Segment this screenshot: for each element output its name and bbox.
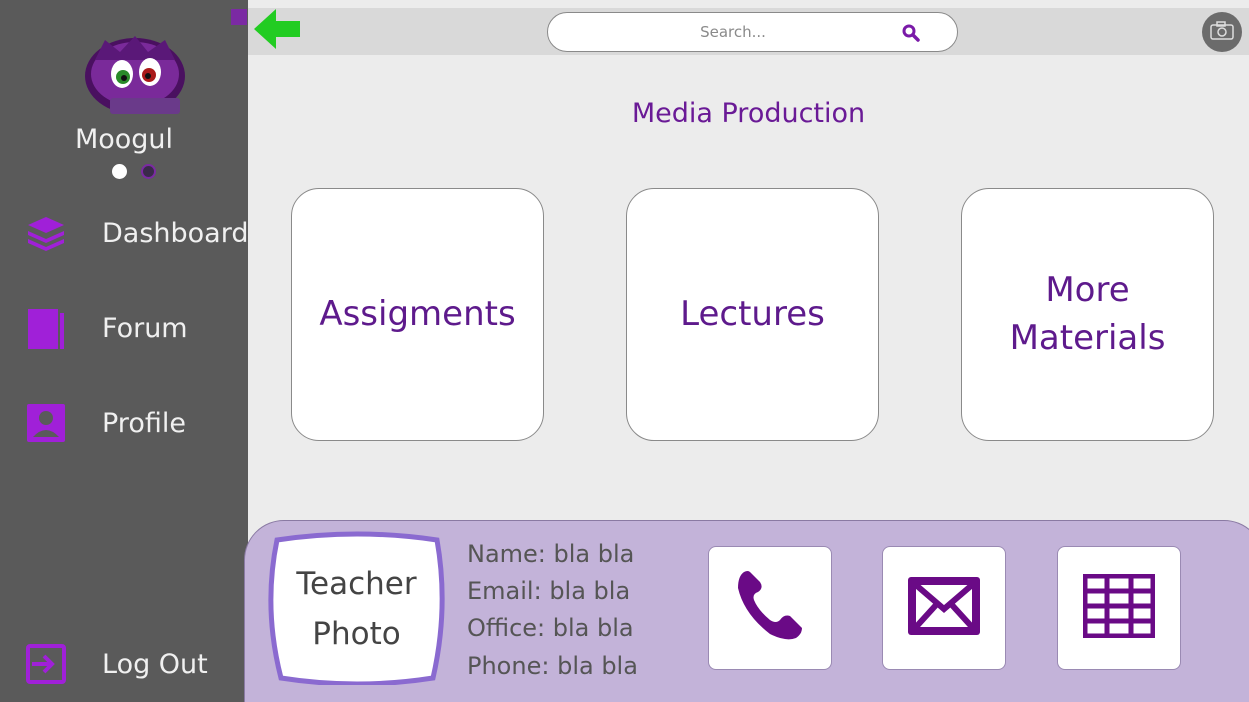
field-key: Office:: [467, 614, 546, 642]
sidebar-item-dashboard[interactable]: Dashboard: [0, 203, 248, 263]
card-label: More Materials: [1009, 269, 1166, 358]
carousel-dot-2[interactable]: [141, 164, 156, 179]
assignments-card[interactable]: Assigments: [291, 188, 544, 441]
carousel-dot-1[interactable]: [112, 164, 127, 179]
search-bar: [547, 12, 958, 52]
phone-icon: [730, 566, 810, 650]
sidebar-toggle-handle[interactable]: [231, 9, 247, 25]
sidebar-item-label: Profile: [102, 407, 186, 439]
teacher-photo-label: Teacher Photo: [296, 566, 417, 652]
sidebar-item-label: Dashboard: [102, 217, 249, 249]
lectures-card[interactable]: Lectures: [626, 188, 879, 441]
camera-button[interactable]: [1202, 12, 1242, 52]
back-arrow-icon[interactable]: [252, 6, 302, 52]
camera-icon: [1210, 20, 1234, 44]
schedule-button[interactable]: [1057, 546, 1181, 670]
card-label: Lectures: [680, 293, 825, 334]
calendar-grid-icon: [1082, 573, 1156, 642]
teacher-email-row: Email: bla bla: [467, 577, 630, 605]
carousel-dots: [112, 164, 156, 179]
field-key: Email:: [467, 577, 542, 605]
more-materials-card[interactable]: More Materials: [961, 188, 1214, 441]
username: Moogul: [74, 124, 174, 155]
teacher-office-row: Office: bla bla: [467, 614, 634, 642]
page-title: Media Production: [631, 98, 866, 129]
book-icon: [26, 306, 66, 350]
field-value: bla bla: [549, 577, 631, 605]
sidebar-item-profile[interactable]: Profile: [0, 393, 248, 453]
search-icon[interactable]: [902, 24, 920, 42]
call-button[interactable]: [708, 546, 832, 670]
sidebar-item-label: Forum: [102, 312, 188, 344]
field-value: bla bla: [553, 540, 635, 568]
sidebar-item-forum[interactable]: Forum: [0, 298, 248, 358]
teacher-name-row: Name: bla bla: [467, 540, 634, 568]
profile-icon: [26, 401, 66, 445]
email-button[interactable]: [882, 546, 1006, 670]
layers-icon: [26, 211, 66, 255]
teacher-phone-row: Phone: bla bla: [467, 652, 638, 680]
field-key: Phone:: [467, 652, 550, 680]
avatar[interactable]: [80, 30, 190, 118]
card-label: Assigments: [319, 293, 516, 334]
mail-icon: [904, 573, 984, 643]
search-input[interactable]: [568, 17, 898, 47]
field-key: Name:: [467, 540, 546, 568]
field-value: bla bla: [557, 652, 638, 680]
field-value: bla bla: [552, 614, 634, 642]
logout-button[interactable]: Log Out: [0, 634, 248, 694]
logout-label: Log Out: [102, 648, 208, 680]
sidebar: Moogul Dashboard Forum Profile Log Out: [0, 0, 248, 702]
logout-icon: [26, 642, 66, 686]
